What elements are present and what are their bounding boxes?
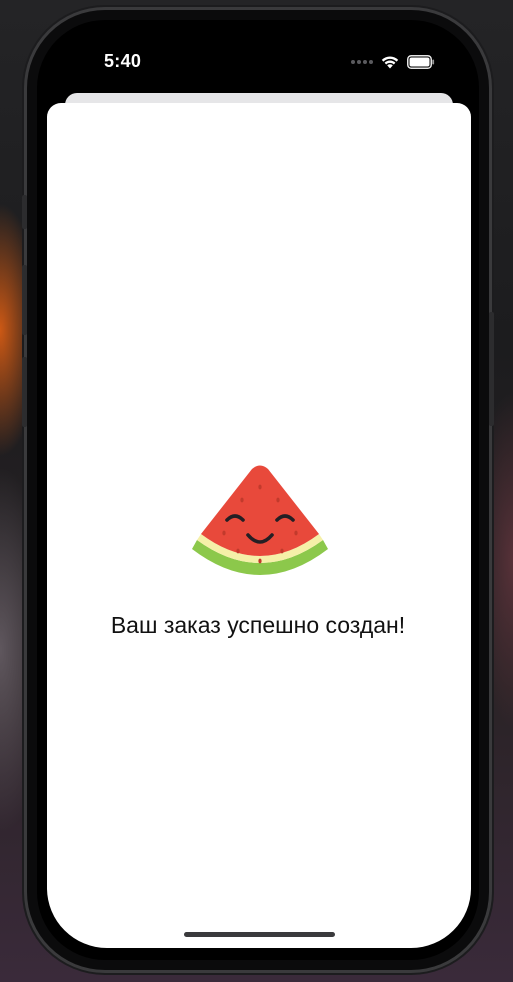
status-icons	[351, 54, 435, 69]
volume-up-button	[22, 265, 27, 335]
battery-icon	[407, 54, 435, 69]
volume-down-button	[22, 357, 27, 427]
watermelon-slice-icon	[192, 465, 328, 575]
power-button	[489, 312, 494, 426]
home-indicator[interactable]	[184, 932, 335, 937]
device-screen: 5:40 Ваш заказ успешно создан!	[37, 20, 479, 960]
status-time: 5:40	[104, 51, 142, 71]
signal-dots-icon	[351, 59, 373, 64]
wifi-icon	[381, 56, 399, 69]
order-success-message: Ваш заказ успешно создан!	[110, 612, 406, 638]
mute-switch	[22, 195, 27, 229]
